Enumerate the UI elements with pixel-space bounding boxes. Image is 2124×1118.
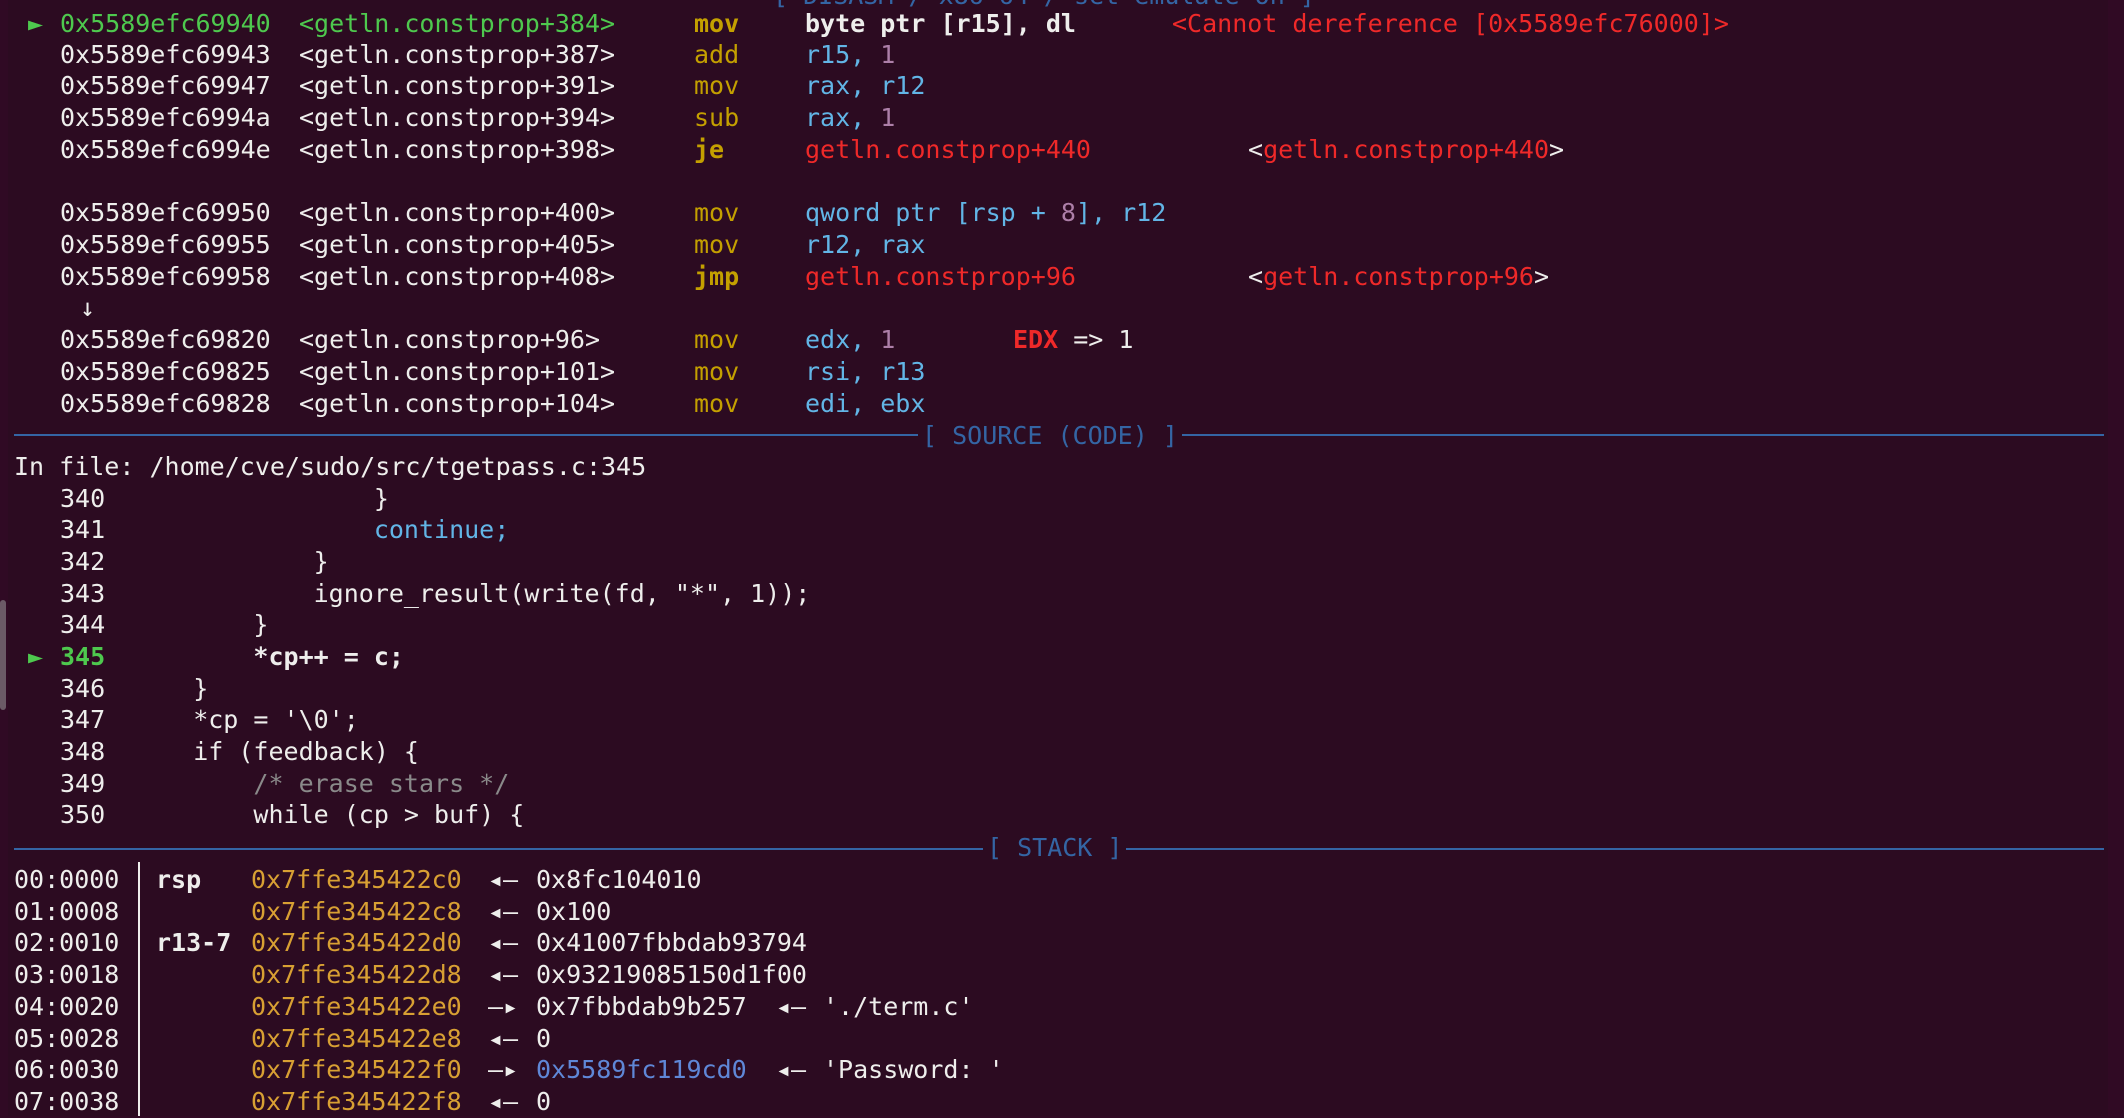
disasm-opcode: mov <box>694 9 740 38</box>
stack-header: [ STACK ] <box>983 832 1127 864</box>
source-header: [ SOURCE (CODE) ] <box>918 420 1182 452</box>
jump-target: getln.constprop+96 <box>805 262 1076 291</box>
source-file-label: In file: /home/cve/sudo/src/tgetpass.c:3… <box>14 452 647 481</box>
disasm-args: byte ptr [r15], dl <box>805 9 1076 38</box>
terminal-pane: [ DISASM / x86-64 / set emulate on ] ►0x… <box>8 0 2108 1116</box>
disasm-addr: 0x5589efc69940 <box>60 9 271 38</box>
current-line-marker: ► <box>28 642 44 671</box>
scrollbar-thumb[interactable] <box>0 600 6 710</box>
disasm-annotation: <Cannot dereference [0x5589efc76000]> <box>1172 9 1729 38</box>
disasm-symbol: <getln.constprop+384> <box>299 9 616 38</box>
register-name: EDX <box>1013 325 1059 354</box>
current-line-marker: ► <box>28 9 44 38</box>
jump-target: getln.constprop+440 <box>805 135 1091 164</box>
stack-divider <box>138 862 140 1116</box>
